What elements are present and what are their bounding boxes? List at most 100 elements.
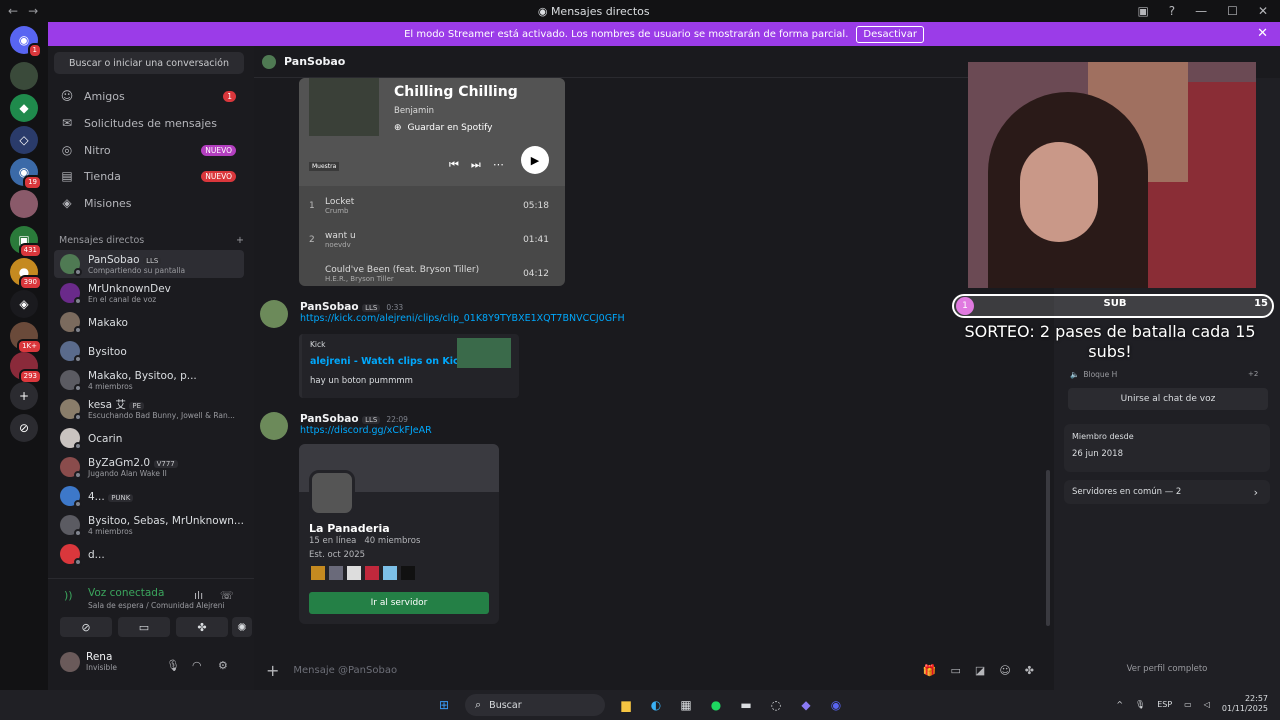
app-icon[interactable]: ▬ [736,695,756,715]
more-icon[interactable]: ⋯ [493,158,504,172]
next-icon[interactable]: ⏭ [471,158,481,172]
dm-item[interactable]: d... [54,540,244,568]
track-row[interactable]: 2 want u noevdv 01:41 [309,224,549,256]
settings-icon[interactable]: ⚙ [218,659,228,672]
nav-nitro[interactable]: ◎ Nitro NUEVO [54,138,244,162]
server-icon[interactable]: ◆ [10,94,38,122]
dm-item[interactable]: MrUnknownDev En el canal de voz [54,279,244,307]
user-panel[interactable]: Rena Invisible [60,651,117,672]
discover-icon[interactable]: ⊘ [10,414,38,442]
voice-channel[interactable]: Sala de espera / Comunidad Alejreni [88,601,225,610]
dm-item[interactable]: Makako, Bysitoo, p... 4 miembros [54,366,244,394]
message-link[interactable]: https://kick.com/alejreni/clips/clip_01K… [300,313,625,324]
dm-item[interactable]: 4... PUNK [54,482,244,510]
server-icon[interactable]: ◇ [10,126,38,154]
avatar [60,370,82,392]
server-icon[interactable] [10,62,38,90]
home-button[interactable]: ◉ 1 [10,26,42,58]
track-row[interactable]: 1 Locket Crumb 05:18 [309,190,549,222]
server-icon[interactable]: 1K+ [10,322,42,354]
close-icon[interactable]: ✕ [1258,4,1268,18]
dm-item[interactable]: Bysitoo, Sebas, MrUnknown... 4 miembros [54,511,244,539]
store-icon[interactable]: ▦ [676,695,696,715]
server-icon[interactable] [10,190,38,218]
message-link[interactable]: https://discord.gg/xCkFJeAR [300,425,432,436]
play-button[interactable]: ▶ [521,146,549,174]
sticker-icon[interactable]: ◪ [975,664,985,677]
add-server-icon[interactable]: + [10,382,38,410]
app-icon[interactable]: ◆ [796,695,816,715]
server-icon[interactable]: ▣ 431 [10,226,42,258]
clock[interactable]: 22:57 01/11/2025 [1222,694,1268,714]
save-spotify-button[interactable]: ⊕ Guardar en Spotify [394,123,492,133]
embed-thumbnail[interactable] [457,338,511,368]
author-name[interactable]: PanSobao [300,413,359,425]
edge-icon[interactable]: ◐ [646,695,666,715]
help-icon[interactable]: ? [1169,4,1175,18]
nav-friends[interactable]: ☺ Amigos 1 [54,84,244,108]
common-servers[interactable]: Servidores en común — 2 › [1064,480,1270,504]
server-icon[interactable]: ◉ 19 [10,158,42,190]
windows-start-icon[interactable]: ⊞ [434,695,454,715]
disconnect-icon[interactable]: ☏ [220,589,234,602]
server-icon[interactable]: ◈ [10,290,38,318]
dm-item[interactable]: Ocarin [54,424,244,452]
maximize-icon[interactable]: ☐ [1227,4,1238,18]
headphones-icon[interactable]: ◠ [192,659,202,672]
forward-icon[interactable]: → [28,4,38,18]
emoji [383,566,397,580]
mic-icon[interactable]: 🎙 [166,659,180,672]
join-voice-button[interactable]: Unirse al chat de voz [1068,388,1268,410]
gif-icon[interactable]: ▭ [951,664,961,677]
dm-item[interactable]: kesa 艾 PE Escuchando Bad Bunny, Jowell & … [54,395,244,423]
server-icon[interactable]: 293 [10,352,42,384]
volume-icon[interactable]: ◁ [1204,700,1210,709]
gift-icon[interactable]: 🎁 [923,664,937,677]
author-name[interactable]: PanSobao [300,301,359,313]
language-indicator[interactable]: ESP [1157,700,1172,709]
app-icon[interactable]: ◌ [766,695,786,715]
nav-badge: NUEVO [201,170,236,182]
chevron-up-icon[interactable]: ^ [1116,700,1123,709]
inbox-icon[interactable]: ▣ [1137,4,1148,18]
discord-taskbar-icon[interactable]: ◉ [826,695,846,715]
mic-tray-icon[interactable]: 🎙 [1135,700,1145,709]
search-button[interactable]: Buscar o iniciar una conversación [54,52,244,74]
screen-share-button[interactable]: ▭ [118,617,170,637]
track-title: Locket [325,197,355,207]
join-server-button[interactable]: Ir al servidor [309,592,489,614]
previous-icon[interactable]: ⏮ [449,158,459,172]
track-row[interactable]: Could've Been (feat. Bryson Tiller) H.E.R… [309,258,549,286]
message-input[interactable]: Mensaje @PanSobao [293,665,908,676]
dm-name: MrUnknownDev [88,283,171,295]
minimize-icon[interactable]: — [1195,4,1207,18]
soundboard-button[interactable]: ✺ [232,617,252,637]
apps-icon[interactable]: ✤ [1025,664,1034,677]
view-full-profile[interactable]: Ver perfil completo [1054,664,1280,674]
preview-label: Muestra [309,162,340,171]
nav-message-requests[interactable]: ✉ Solicitudes de mensajes [54,111,244,135]
dm-item[interactable]: Bysitoo [54,337,244,365]
add-dm-icon[interactable]: + [236,235,244,246]
network-icon[interactable]: ▭ [1184,700,1192,709]
dm-item[interactable]: ByZaGm2.0 V777 Jugando Alan Wake II [54,453,244,481]
file-explorer-icon[interactable]: ▆ [616,695,636,715]
dm-item[interactable]: PanSobao LLS Compartiendo su pantalla [54,250,244,278]
activities-button[interactable]: ✤ [176,617,228,637]
close-banner-icon[interactable]: ✕ [1257,26,1268,41]
taskbar-search[interactable]: ⌕ Buscar [465,694,605,716]
deactivate-button[interactable]: Desactivar [856,25,924,43]
nav-quests[interactable]: ◈ Misiones [54,191,244,215]
nav-shop[interactable]: ▤ Tienda NUEVO [54,164,244,188]
camera-button[interactable]: ⊘ [60,617,112,637]
server-icon[interactable]: ● 390 [10,258,42,290]
back-icon[interactable]: ← [8,4,18,18]
embed-title[interactable]: alejreni - Watch clips on Kick [310,356,465,367]
save-label: Guardar en Spotify [407,123,493,133]
scrollbar[interactable] [1046,470,1050,626]
attach-icon[interactable]: + [266,661,279,680]
noise-icon[interactable]: ılı [194,589,203,602]
spotify-icon[interactable]: ● [706,695,726,715]
dm-item[interactable]: Makako [54,308,244,336]
emoji-icon[interactable]: ☺ [999,664,1010,677]
